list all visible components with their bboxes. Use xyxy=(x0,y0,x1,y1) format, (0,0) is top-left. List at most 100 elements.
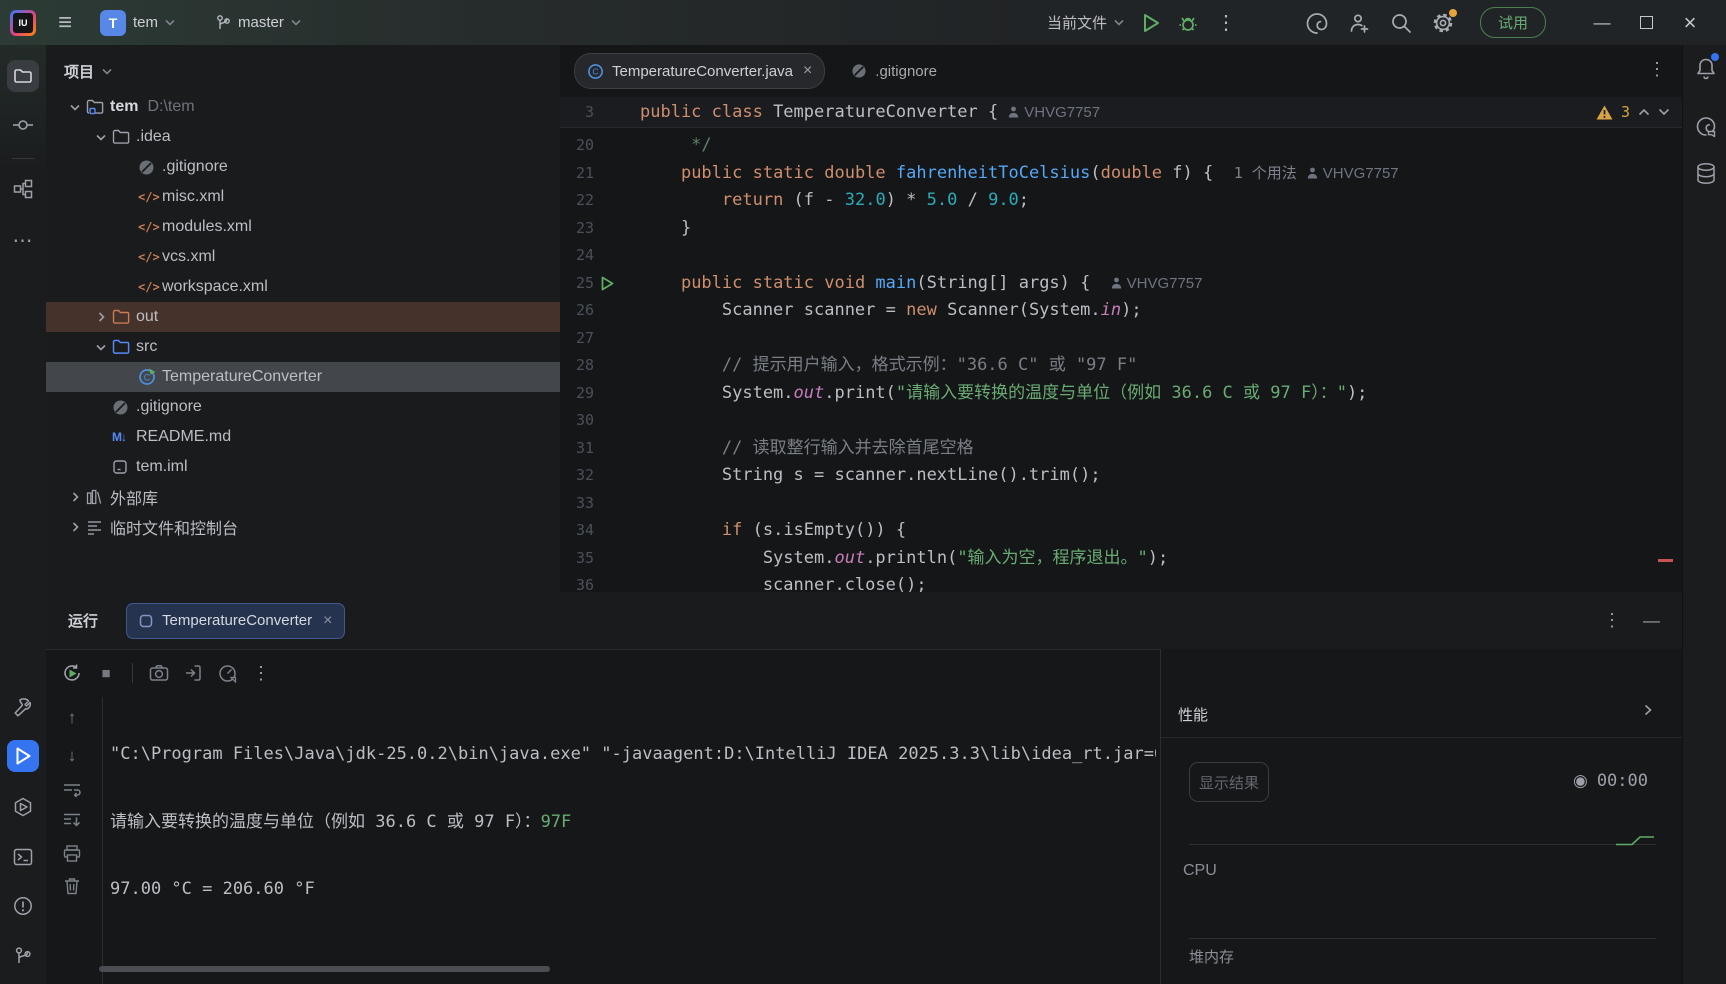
more-tool-windows-button[interactable]: ⋯ xyxy=(7,224,39,256)
project-tool-button[interactable] xyxy=(7,60,39,92)
toolbar-more-kebab-icon[interactable]: ⋮ xyxy=(249,661,273,685)
tab-temperature-converter[interactable]: C TemperatureConverter.java × xyxy=(574,53,825,89)
scrollbar-error-stripe-mark[interactable] xyxy=(1658,559,1673,562)
java-class-icon: C xyxy=(587,63,604,80)
console[interactable]: ↑ ↓ "C:\Program Files\Java\jdk-25.0.2\bi… xyxy=(46,697,1160,984)
run-tab-close-icon[interactable]: × xyxy=(323,612,332,630)
author-annotation[interactable]: VHVG7757 xyxy=(1008,104,1100,121)
tree-item-misc-xml[interactable]: </> misc.xml xyxy=(46,182,560,212)
notification-dot xyxy=(1711,53,1719,61)
stop-button[interactable]: ■ xyxy=(94,661,118,685)
tab-close-icon[interactable]: × xyxy=(803,62,812,80)
database-icon[interactable] xyxy=(1691,159,1721,189)
commit-tool-button[interactable] xyxy=(7,109,39,141)
warning-count: 3 xyxy=(1621,103,1630,121)
show-results-button[interactable]: 显示结果 xyxy=(1189,762,1269,802)
scroll-up-icon[interactable]: ↑ xyxy=(59,705,85,731)
ai-assistant-icon[interactable] xyxy=(1306,12,1328,34)
prev-problem-chevron-icon[interactable] xyxy=(1638,108,1650,116)
tree-item-vcs-xml[interactable]: </> vcs.xml xyxy=(46,242,560,272)
console-horizontal-scrollbar[interactable] xyxy=(99,966,550,972)
clear-console-trash-icon[interactable] xyxy=(59,873,85,899)
next-problem-chevron-icon[interactable] xyxy=(1658,108,1670,116)
right-tool-stripe xyxy=(1682,45,1726,984)
thread-dump-camera-icon[interactable] xyxy=(147,661,171,685)
structure-tool-button[interactable] xyxy=(7,173,39,205)
tree-item-temperature-converter[interactable]: C TemperatureConverter xyxy=(46,362,560,392)
project-folder-icon xyxy=(86,99,110,115)
author-annotation[interactable]: VHVG7757 xyxy=(1307,160,1399,188)
window-close-button[interactable]: × xyxy=(1668,0,1712,45)
editor-options-kebab-icon[interactable]: ⋮ xyxy=(1648,59,1666,80)
run-config-tab[interactable]: TemperatureConverter × xyxy=(126,603,345,639)
window-maximize-button[interactable] xyxy=(1624,0,1668,45)
author-annotation[interactable]: VHVG7757 xyxy=(1111,270,1203,298)
editor: C TemperatureConverter.java × .gitignore… xyxy=(560,45,1682,592)
tree-item-out-folder[interactable]: out xyxy=(46,302,560,332)
window-minimize-button[interactable]: — xyxy=(1580,0,1624,45)
tree-item-label: workspace.xml xyxy=(162,278,268,296)
attach-process-icon[interactable] xyxy=(181,661,205,685)
tree-item-scratches-consoles[interactable]: 临时文件和控制台 xyxy=(46,512,560,542)
ai-chat-icon[interactable] xyxy=(1691,112,1721,142)
tree-item-label: .gitignore xyxy=(162,158,228,176)
hide-tool-window-icon[interactable]: — xyxy=(1643,611,1660,631)
tree-item-workspace-xml[interactable]: </> workspace.xml xyxy=(46,272,560,302)
code-line: 23 } xyxy=(560,215,1668,243)
code-area[interactable]: 20 */ 21 public static double fahrenheit… xyxy=(560,127,1668,592)
rerun-button[interactable] xyxy=(60,661,84,685)
title-bar: IU ≡ T tem master 当前文件 xyxy=(0,0,1726,45)
performance-expand-chevron-icon[interactable] xyxy=(1644,704,1652,716)
sticky-line[interactable]: 3 public class TemperatureConverter { VH… xyxy=(560,97,1682,128)
tree-item-label: src xyxy=(136,338,157,356)
code-line: 22 return (f - 32.0) * 5.0 / 9.0; xyxy=(560,187,1668,215)
tree-item-readme[interactable]: M↓ README.md xyxy=(46,422,560,452)
scroll-down-icon[interactable]: ↓ xyxy=(59,743,85,769)
scratches-icon xyxy=(86,519,110,535)
console-output[interactable]: "C:\Program Files\Java\jdk-25.0.2\bin\ja… xyxy=(110,701,1156,984)
tree-item-external-libraries[interactable]: 外部库 xyxy=(46,482,560,512)
git-tool-button[interactable] xyxy=(7,940,39,972)
code-line: 24 xyxy=(560,242,1668,270)
more-actions-kebab-icon[interactable]: ⋮ xyxy=(1216,13,1236,33)
tree-item-tem-iml[interactable]: tem.iml xyxy=(46,452,560,482)
chevron-down-icon xyxy=(1114,19,1124,26)
inspections-widget[interactable]: 3 xyxy=(1596,97,1670,127)
search-everywhere-icon[interactable] xyxy=(1390,12,1412,34)
tree-item-modules-xml[interactable]: </> modules.xml xyxy=(46,212,560,242)
build-tool-button[interactable] xyxy=(7,691,39,723)
services-tool-button[interactable] xyxy=(7,791,39,823)
cpu-sparkline xyxy=(1616,834,1656,846)
tree-item-label: misc.xml xyxy=(162,188,224,206)
project-panel-header[interactable]: 项目 xyxy=(46,45,560,92)
run-gutter-icon[interactable] xyxy=(601,276,614,291)
settings-gear-icon[interactable] xyxy=(1432,12,1454,34)
run-button[interactable] xyxy=(1142,13,1160,33)
code-with-me-add-user-icon[interactable] xyxy=(1348,12,1370,34)
trial-badge[interactable]: 试用 xyxy=(1480,7,1546,38)
debug-button[interactable] xyxy=(1178,13,1198,33)
main-menu-hamburger-icon[interactable]: ≡ xyxy=(58,11,72,35)
tree-item-src-folder[interactable]: src xyxy=(46,332,560,362)
print-icon[interactable] xyxy=(59,840,85,866)
tree-item-gitignore-idea[interactable]: .gitignore xyxy=(46,152,560,182)
performance-panel: 性能 显示结果 ◉ 00:00 CPU 堆内存 xyxy=(1160,649,1682,984)
problems-tool-button[interactable] xyxy=(7,890,39,922)
scroll-to-end-icon[interactable] xyxy=(59,807,85,833)
soft-wrap-icon[interactable] xyxy=(59,777,85,803)
tree-item-gitignore-root[interactable]: .gitignore xyxy=(46,392,560,422)
toolbar-separator xyxy=(132,663,133,683)
terminal-tool-button[interactable] xyxy=(7,841,39,873)
tab-gitignore[interactable]: .gitignore xyxy=(839,54,949,88)
run-configuration-selector[interactable]: 当前文件 xyxy=(1047,12,1124,33)
run-tool-button[interactable] xyxy=(7,740,39,772)
git-branch-widget[interactable]: master xyxy=(215,14,301,32)
run-options-kebab-icon[interactable]: ⋮ xyxy=(1603,610,1621,631)
console-line: 请输入要转换的温度与单位（例如 36.6 C 或 97 F）：97F xyxy=(110,809,1156,837)
tree-item-project-root[interactable]: tem D:\tem xyxy=(46,92,560,122)
tree-item-idea-folder[interactable]: .idea xyxy=(46,122,560,152)
notifications-bell-icon[interactable] xyxy=(1691,53,1721,83)
run-tool-title: 运行 xyxy=(68,610,98,631)
project-widget[interactable]: T tem xyxy=(100,10,175,36)
profiler-gauge-icon[interactable] xyxy=(215,661,239,685)
